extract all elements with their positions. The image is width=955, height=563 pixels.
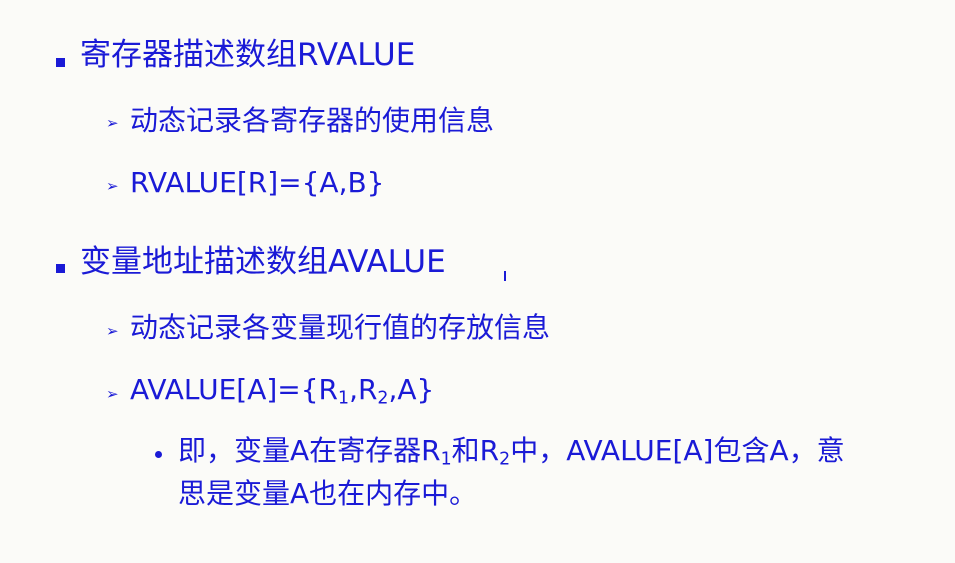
arrow-bullet-icon: ➢ <box>106 114 119 132</box>
note-subscript-2: 2 <box>499 449 511 470</box>
section1-item-1: 动态记录各寄存器的使用信息 <box>130 104 495 137</box>
section2-note-line-2: 思是变量A也在内存中。 <box>178 477 478 510</box>
note-part-3: 中，AVALUE[A]包含A，意 <box>510 434 845 467</box>
square-bullet-icon <box>56 58 65 67</box>
formula-prefix: AVALUE[A]={R <box>130 373 339 406</box>
square-bullet-icon <box>56 264 65 273</box>
section2-heading: 变量地址描述数组AVALUE <box>80 244 446 280</box>
note-part-1: 即，变量A在寄存器R <box>178 434 441 467</box>
arrow-bullet-icon: ➢ <box>106 322 119 340</box>
text-cursor-icon <box>504 271 506 281</box>
section2-formula: AVALUE[A]={R1,R2,A} <box>130 373 435 408</box>
formula-subscript-2: 2 <box>377 388 389 409</box>
arrow-bullet-icon: ➢ <box>106 177 119 195</box>
section1-heading: 寄存器描述数组RVALUE <box>80 37 416 73</box>
formula-suffix: ,A} <box>388 373 435 406</box>
note-part-2: 和R <box>451 434 500 467</box>
dot-bullet-icon <box>155 451 162 458</box>
arrow-bullet-icon: ➢ <box>106 385 119 403</box>
section2-item-1: 动态记录各变量现行值的存放信息 <box>130 311 551 344</box>
note-subscript-1: 1 <box>440 449 452 470</box>
formula-subscript-1: 1 <box>338 388 350 409</box>
formula-mid: ,R <box>349 373 378 406</box>
section1-item-2: RVALUE[R]={A,B} <box>130 166 385 199</box>
slide: 寄存器描述数组RVALUE ➢ 动态记录各寄存器的使用信息 ➢ RVALUE[R… <box>0 0 955 563</box>
section2-note-line-1: 即，变量A在寄存器R1和R2中，AVALUE[A]包含A，意 <box>178 434 845 469</box>
